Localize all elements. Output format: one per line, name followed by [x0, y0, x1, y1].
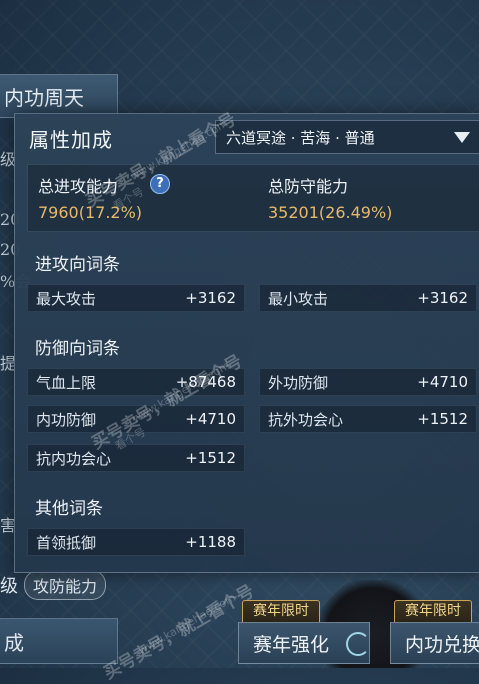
- bottom-buttons: 赛年限时 赛年限时 赛年强化 内功兑换: [238, 600, 479, 668]
- swirl-icon: [346, 632, 370, 656]
- stat-row: 抗内功会心 +1512: [27, 444, 245, 472]
- stat-value: +1512: [417, 410, 468, 428]
- stat-label: 内功防御: [36, 410, 97, 429]
- stat-value: +4710: [417, 373, 468, 391]
- left-bottom-button[interactable]: 成: [0, 618, 118, 664]
- help-icon[interactable]: ?: [150, 174, 170, 194]
- left-bottom-prefix: 级: [0, 576, 18, 597]
- stat-row: 外功防御 +4710: [259, 368, 477, 396]
- tab-neigong-zhoutian[interactable]: 内功周天: [0, 74, 118, 118]
- realm-dropdown[interactable]: 六道冥途 · 苦海 · 普通: [215, 120, 479, 154]
- stat-value: +3162: [185, 289, 236, 307]
- stat-value: +1512: [185, 449, 236, 467]
- limited-time-badge: 赛年限时: [394, 600, 472, 624]
- section-title-offense: 进攻向词条: [35, 255, 120, 275]
- stat-label: 最小攻击: [268, 289, 329, 308]
- total-defense-value: 35201(26.49%): [268, 203, 393, 222]
- section-title-defense: 防御向词条: [35, 339, 120, 359]
- stat-label: 气血上限: [36, 373, 97, 392]
- dropdown-selected: 六道冥途 · 苦海 · 普通: [226, 128, 375, 147]
- stat-value: +3162: [417, 289, 468, 307]
- neigong-exchange-button[interactable]: 内功兑换: [390, 622, 479, 664]
- total-defense-label: 总防守能力: [268, 177, 349, 196]
- attack-defense-tag[interactable]: 攻防能力: [24, 570, 107, 600]
- stat-label: 抗外功会心: [268, 410, 344, 429]
- stat-row: 最小攻击 +3162: [259, 284, 477, 312]
- stat-row: 首领抵御 +1188: [27, 528, 245, 556]
- stat-row: 抗外功会心 +1512: [259, 405, 477, 433]
- season-enhance-label: 赛年强化: [253, 633, 330, 656]
- stat-label: 首领抵御: [36, 533, 97, 552]
- triangle-down-icon: [454, 132, 470, 143]
- section-title-other: 其他词条: [35, 499, 103, 519]
- stat-value: +4710: [185, 410, 236, 428]
- stat-value: +1188: [185, 533, 236, 551]
- stat-row: 最大攻击 +3162: [27, 284, 245, 312]
- attribute-bonus-panel: 属性加成 六道冥途 · 苦海 · 普通 总进攻能力 ? 7960(17.2%) …: [14, 113, 479, 573]
- limited-time-badge: 赛年限时: [242, 600, 320, 624]
- left-bottom-button-label: 成: [4, 630, 24, 655]
- left-bottom-row: 级 攻防能力: [0, 568, 118, 602]
- neigong-exchange-label: 内功兑换: [405, 633, 479, 656]
- panel-title: 属性加成: [29, 128, 113, 152]
- tab-label: 内功周天: [4, 85, 84, 110]
- stat-label: 外功防御: [268, 373, 329, 392]
- stat-label: 最大攻击: [36, 289, 97, 308]
